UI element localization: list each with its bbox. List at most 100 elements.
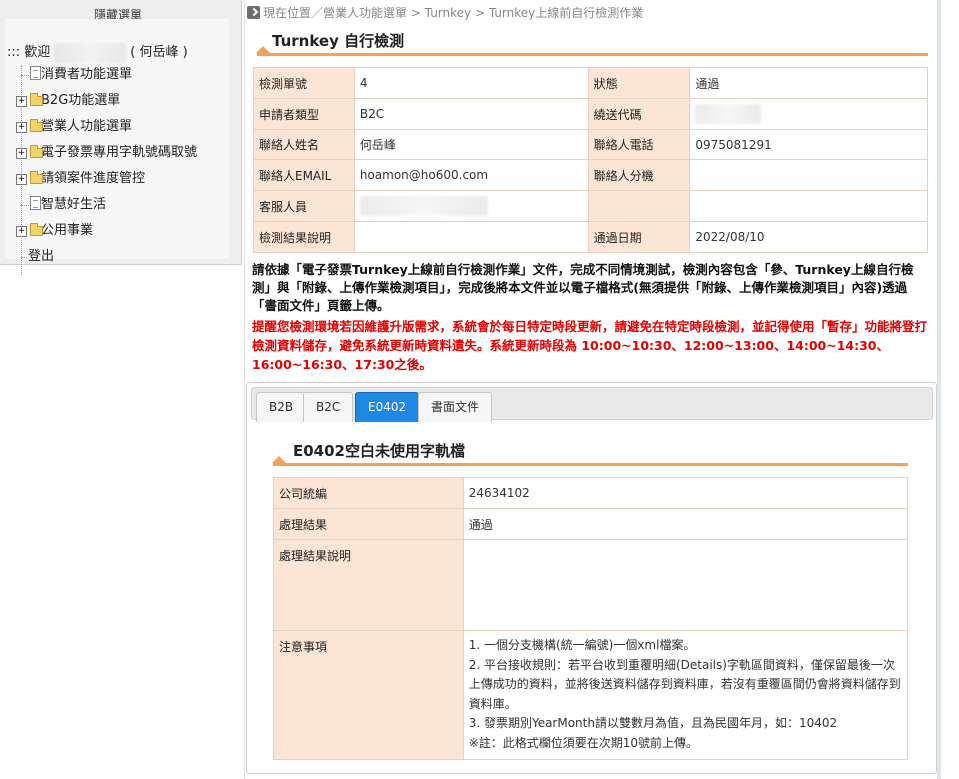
welcome-prefix: ::: 歡迎 [7, 45, 51, 60]
process-result-desc-value [462, 539, 909, 631]
folder-icon [30, 93, 43, 106]
redacted-service-staff [359, 196, 488, 216]
e0402-title: E0402空白未使用字軌檔 [293, 442, 465, 460]
table-row: 檢測結果說明 通過日期 2022/08/10 [253, 221, 928, 253]
process-result-label: 處理結果 [273, 508, 464, 540]
maintenance-warning: 提醒您檢測環境若因維護升版需求，系統會於每日特定時段更新，請避免在特定時段檢測，… [252, 319, 928, 372]
folder-icon [30, 171, 43, 184]
service-staff-label: 客服人員 [253, 190, 355, 222]
tab-b2b[interactable]: B2B [256, 392, 307, 422]
table-row: 申請者類型 B2C 繞送代碼 [253, 98, 928, 130]
note-item: 3. 發票期別YearMonth請以雙數月為值，且為民國年月，如：10402 [468, 716, 838, 730]
table-row: 聯絡人姓名 何岳峰 聯絡人電話 0975081291 [253, 129, 928, 160]
result-desc-label: 檢測結果說明 [253, 221, 355, 253]
sidebar: 隱藏選單 ::: 歡迎( 何岳峰 ) 消費者功能選單 + B2G功能選單 + 營… [0, 0, 242, 275]
folder-icon [30, 119, 43, 132]
menu-item-utilities[interactable]: + 公用事業 [15, 221, 233, 247]
contact-name-label: 聯絡人姓名 [253, 129, 355, 160]
document-icon [30, 66, 41, 80]
menu-item-label: 營業人功能選單 [41, 119, 133, 134]
empty-value-cell [689, 190, 928, 222]
breadcrumb-text: 現在位置／營業人功能選單 > Turnkey > Turnkey上線前自行檢測作… [263, 6, 644, 20]
menu-item-case-progress[interactable]: + 請領案件進度管控 [15, 169, 233, 195]
redacted-user-id [54, 42, 127, 63]
pass-date-value: 2022/08/10 [689, 221, 928, 253]
instruction-notice: 請依據「電子發票Turnkey上線前自行檢測作業」文件，完成不同情境測試，檢測內… [252, 262, 914, 313]
test-no-label: 檢測單號 [253, 67, 355, 99]
menu-item-consumer[interactable]: 消費者功能選單 [15, 65, 233, 91]
menu-panel: ::: 歡迎 ( 何岳峰 ) 消費者功能選單 + B2G功能選單 + 營業人功能選… [5, 19, 229, 275]
menu-item-label: 請領案件進度管控 [41, 171, 146, 186]
menu-item-label: 智慧好生活 [41, 197, 107, 212]
table-row: 聯絡人EMAIL hoamon@ho600.com 聯絡人分機 [253, 159, 928, 191]
tab-e0402[interactable]: E0402 [355, 392, 420, 422]
note-item: 2. 平台接收規則：若平台收到重覆明細(Details)字軌區間資料，僅保留最後… [468, 657, 901, 711]
note-item: 1. 一個分支機構(統一編號)一個xml檔案。 [468, 638, 696, 652]
status-value: 通過 [689, 67, 928, 99]
table-row: 檢測單號 4 狀態 通過 [253, 67, 928, 99]
result-desc-value [353, 221, 589, 253]
process-result-value: 通過 [462, 508, 909, 540]
expand-plus-icon[interactable]: + [16, 96, 27, 107]
menu-item-label: 消費者功能選單 [41, 67, 133, 82]
tab-b2c[interactable]: B2C [303, 392, 354, 422]
service-staff-value [353, 190, 589, 222]
expand-plus-icon[interactable]: + [16, 174, 27, 185]
pass-date-label: 通過日期 [587, 221, 691, 253]
transfer-code-value [689, 98, 928, 130]
folder-icon [30, 223, 43, 236]
table-row: 公司統編 24634102 [273, 477, 909, 509]
status-label: 狀態 [587, 67, 691, 99]
main-content: 現在位置／營業人功能選單 > Turnkey > Turnkey上線前自行檢測作… [244, 0, 941, 779]
menu-item-logout[interactable]: 登出 [15, 247, 233, 273]
expand-plus-icon[interactable]: + [16, 122, 27, 133]
company-id-value: 24634102 [462, 477, 909, 509]
tab-bar: B2B B2C E0402 書面文件 [251, 387, 933, 422]
notes-label: 注意事項 [273, 630, 464, 760]
expand-plus-icon[interactable]: + [16, 226, 27, 237]
table-row: 注意事項 1. 一個分支機構(統一編號)一個xml檔案。 2. 平台接收規則：若… [273, 630, 909, 760]
menu-item-label: 公用事業 [41, 223, 94, 238]
tabs-container: B2B B2C E0402 書面文件 E0402空白未使用字軌檔 公司統編 24… [246, 382, 937, 774]
menu-item-label: B2G功能選單 [41, 93, 121, 108]
contact-name-value: 何岳峰 [353, 129, 589, 160]
menu-item-smart-life[interactable]: 智慧好生活 [15, 195, 233, 221]
applicant-type-value: B2C [353, 98, 589, 130]
menu-item-label: 登出 [28, 249, 55, 264]
menu-item-business[interactable]: + 營業人功能選單 [15, 117, 233, 143]
redacted-transfer-code [695, 104, 762, 124]
contact-ext-value [689, 159, 928, 191]
folder-icon [30, 145, 43, 158]
menu-item-b2g[interactable]: + B2G功能選單 [15, 91, 233, 117]
menu-item-label: 電子發票專用字軌號碼取號 [41, 145, 198, 160]
menu-item-invoice-track[interactable]: + 電子發票專用字軌號碼取號 [15, 143, 233, 169]
contact-email-label: 聯絡人EMAIL [253, 159, 355, 191]
process-result-desc-label: 處理結果說明 [273, 539, 464, 631]
table-row: 處理結果說明 [273, 539, 909, 631]
page-title: Turnkey 自行檢測 [272, 32, 405, 50]
table-row: 處理結果 通過 [273, 508, 909, 540]
e0402-title-underline [272, 456, 908, 466]
welcome-name: ( 何岳峰 ) [130, 45, 188, 60]
applicant-type-label: 申請者類型 [253, 98, 355, 130]
contact-phone-value: 0975081291 [689, 129, 928, 160]
contact-phone-label: 聯絡人電話 [587, 129, 691, 160]
contact-email-value: hoamon@ho600.com [353, 159, 589, 191]
welcome-line: ::: 歡迎 ( 何岳峰 ) [7, 41, 188, 63]
test-no-value: 4 [353, 67, 589, 99]
empty-label-cell [587, 190, 691, 222]
chevron-right-icon [247, 6, 260, 19]
tab-documents[interactable]: 書面文件 [418, 392, 493, 422]
notes-value: 1. 一個分支機構(統一編號)一個xml檔案。 2. 平台接收規則：若平台收到重… [462, 630, 909, 760]
breadcrumb: 現在位置／營業人功能選單 > Turnkey > Turnkey上線前自行檢測作… [247, 5, 643, 21]
e0402-table: 公司統編 24634102 處理結果 通過 處理結果說明 注意事項 1. 一個分… [273, 477, 909, 760]
contact-ext-label: 聯絡人分機 [587, 159, 691, 191]
test-info-table: 檢測單號 4 狀態 通過 申請者類型 B2C 繞送代碼 聯絡人姓名 何岳峰 聯絡… [253, 67, 928, 253]
menu-tree: 消費者功能選單 + B2G功能選單 + 營業人功能選單 + 電子發票專用字軌號碼… [15, 65, 233, 275]
table-row: 客服人員 [253, 190, 928, 222]
title-underline [256, 46, 928, 56]
document-icon [30, 196, 41, 210]
company-id-label: 公司統編 [273, 477, 464, 509]
transfer-code-label: 繞送代碼 [587, 98, 691, 130]
expand-plus-icon[interactable]: + [16, 148, 27, 159]
